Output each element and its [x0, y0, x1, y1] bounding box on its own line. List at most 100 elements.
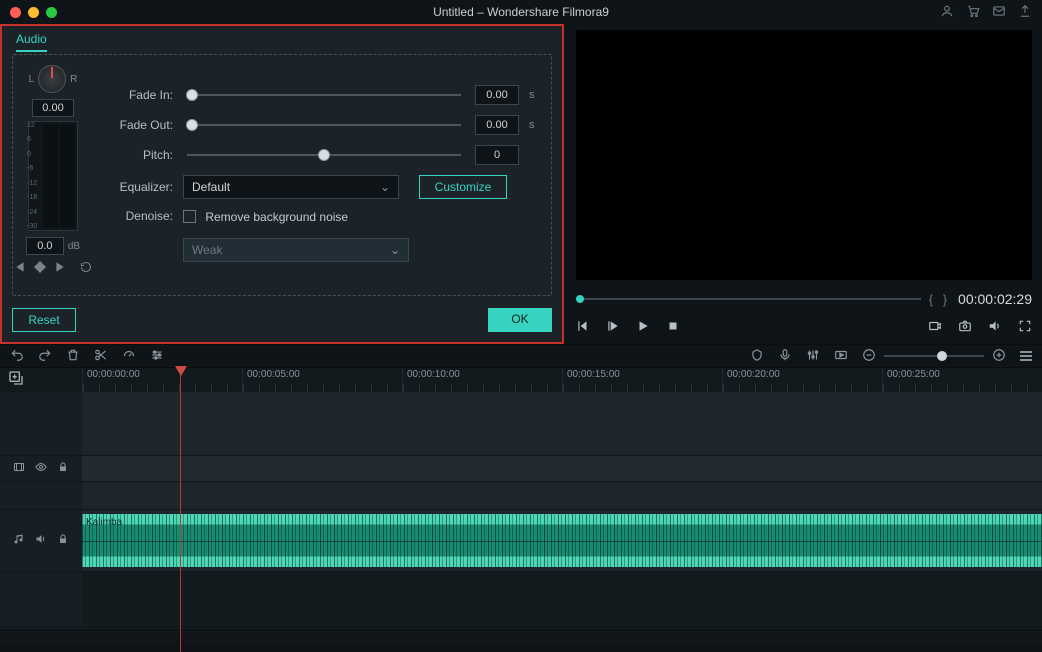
pitch-label: Pitch: — [101, 148, 173, 162]
fade-out-slider[interactable] — [187, 124, 461, 126]
fade-in-input[interactable]: 0.00 — [475, 85, 519, 105]
vu-scale-tick: -6 — [27, 165, 41, 172]
marker-button[interactable] — [750, 348, 764, 365]
account-icon[interactable] — [940, 4, 954, 21]
play-start-button[interactable] — [606, 319, 620, 336]
lock-toggle[interactable] — [57, 533, 69, 548]
timeline-ruler[interactable]: 00:00:00:0000:00:05:0000:00:10:0000:00:1… — [0, 368, 1042, 392]
audio-clip[interactable]: Kalimba — [82, 514, 1042, 567]
snapshot-button[interactable] — [958, 319, 972, 336]
ruler-tick: 00:00:05:00 — [242, 368, 402, 392]
timeline-tracks: Kalimba — [0, 392, 1042, 629]
fade-in-unit: s — [529, 89, 539, 101]
next-keyframe-button[interactable] — [54, 261, 66, 276]
customize-equalizer-button[interactable]: Customize — [419, 175, 507, 199]
vu-meter: 1260-6-12-18-24-30 — [28, 121, 78, 231]
track-row — [0, 456, 1042, 482]
fade-in-label: Fade In: — [101, 88, 173, 102]
preview-timecode: 00:00:02:29 — [958, 291, 1032, 307]
track-row — [0, 392, 1042, 456]
cart-icon[interactable] — [966, 4, 980, 21]
chevron-down-icon: ⌄ — [390, 243, 400, 257]
ruler-tick: 00:00:25:00 — [882, 368, 1042, 392]
ruler-tick: 00:00:15:00 — [562, 368, 722, 392]
pitch-input[interactable]: 0 — [475, 145, 519, 165]
lock-toggle[interactable] — [57, 461, 69, 476]
fade-out-input[interactable]: 0.00 — [475, 115, 519, 135]
equalizer-select[interactable]: Default ⌄ — [183, 175, 399, 199]
scrubber-handle[interactable] — [576, 295, 584, 303]
zoom-slider-thumb[interactable] — [937, 351, 947, 361]
fade-out-unit: s — [529, 119, 539, 131]
timeline-toolbar — [0, 344, 1042, 368]
denoise-label: Denoise: — [101, 209, 173, 223]
audio-edit-panel: Audio L R 0.00 1260-6-12-18-24-30 0.0 dB — [0, 24, 564, 344]
audio-properties-group: L R 0.00 1260-6-12-18-24-30 0.0 dB — [12, 54, 552, 296]
fullscreen-button[interactable] — [1018, 319, 1032, 336]
audio-mixer-button[interactable] — [806, 348, 820, 365]
pan-left-label: L — [29, 74, 35, 85]
play-button[interactable] — [636, 319, 650, 336]
message-icon[interactable] — [992, 4, 1006, 21]
fade-in-slider[interactable] — [187, 94, 461, 96]
window-title: Untitled – Wondershare Filmora9 — [0, 5, 1042, 19]
ruler-tick: 00:00:00:00 — [82, 368, 242, 392]
mark-brackets[interactable]: { } — [929, 292, 950, 307]
mute-toggle[interactable] — [35, 533, 47, 548]
denoise-checkbox-label: Remove background noise — [205, 210, 348, 224]
vu-scale-tick: 6 — [27, 136, 41, 143]
db-unit-label: dB — [68, 241, 80, 252]
adjust-button[interactable] — [150, 348, 164, 365]
preview-viewport[interactable] — [576, 30, 1032, 280]
preview-panel: { } 00:00:02:29 — [564, 24, 1042, 344]
add-keyframe-button[interactable] — [34, 261, 46, 276]
fade-out-label: Fade Out: — [101, 118, 173, 132]
filmstrip-icon — [13, 461, 25, 476]
vu-scale-tick: -24 — [27, 209, 41, 216]
zoom-slider[interactable] — [884, 355, 984, 357]
music-note-icon — [13, 533, 25, 548]
tab-audio[interactable]: Audio — [16, 30, 47, 52]
speed-button[interactable] — [122, 348, 136, 365]
zoom-out-button[interactable] — [862, 348, 876, 365]
delete-button[interactable] — [66, 348, 80, 365]
track-row — [0, 482, 1042, 510]
zoom-in-button[interactable] — [992, 348, 1006, 365]
pan-knob[interactable] — [38, 65, 66, 93]
stop-button[interactable] — [666, 319, 680, 336]
add-media-button[interactable] — [8, 370, 24, 389]
timeline-horizontal-scrollbar[interactable] — [0, 629, 1042, 643]
split-button[interactable] — [94, 348, 108, 365]
titlebar: Untitled – Wondershare Filmora9 — [0, 0, 1042, 24]
playhead[interactable] — [180, 368, 181, 652]
track-manager-button[interactable] — [1020, 349, 1032, 363]
denoise-strength-value: Weak — [192, 243, 222, 257]
denoise-strength-select[interactable]: Weak ⌄ — [183, 238, 409, 262]
ok-button[interactable]: OK — [488, 308, 552, 332]
reset-button[interactable]: Reset — [12, 308, 76, 332]
redo-button[interactable] — [38, 348, 52, 365]
prev-keyframe-button[interactable] — [14, 261, 26, 276]
track-row: Kalimba — [0, 510, 1042, 572]
equalizer-selected: Default — [192, 180, 230, 194]
preview-scrubber[interactable] — [576, 298, 921, 300]
preview-volume-button[interactable] — [988, 319, 1002, 336]
undo-button[interactable] — [10, 348, 24, 365]
pitch-slider[interactable] — [187, 154, 461, 156]
export-icon[interactable] — [1018, 4, 1032, 21]
record-voiceover-button[interactable] — [778, 348, 792, 365]
vu-scale-tick: -12 — [27, 180, 41, 187]
quality-settings-button[interactable] — [928, 319, 942, 336]
vu-scale-tick: -30 — [27, 223, 41, 230]
audio-clip-label: Kalimba — [86, 517, 122, 528]
vu-scale-tick: 12 — [27, 122, 41, 129]
ruler-tick: 00:00:20:00 — [722, 368, 882, 392]
pan-value-input[interactable]: 0.00 — [32, 99, 74, 117]
equalizer-label: Equalizer: — [101, 180, 173, 194]
visibility-toggle[interactable] — [35, 461, 47, 476]
reset-keyframes-button[interactable] — [80, 261, 92, 276]
step-back-button[interactable] — [576, 319, 590, 336]
render-preview-button[interactable] — [834, 348, 848, 365]
volume-db-input[interactable]: 0.0 — [26, 237, 64, 255]
denoise-checkbox[interactable] — [183, 210, 196, 223]
